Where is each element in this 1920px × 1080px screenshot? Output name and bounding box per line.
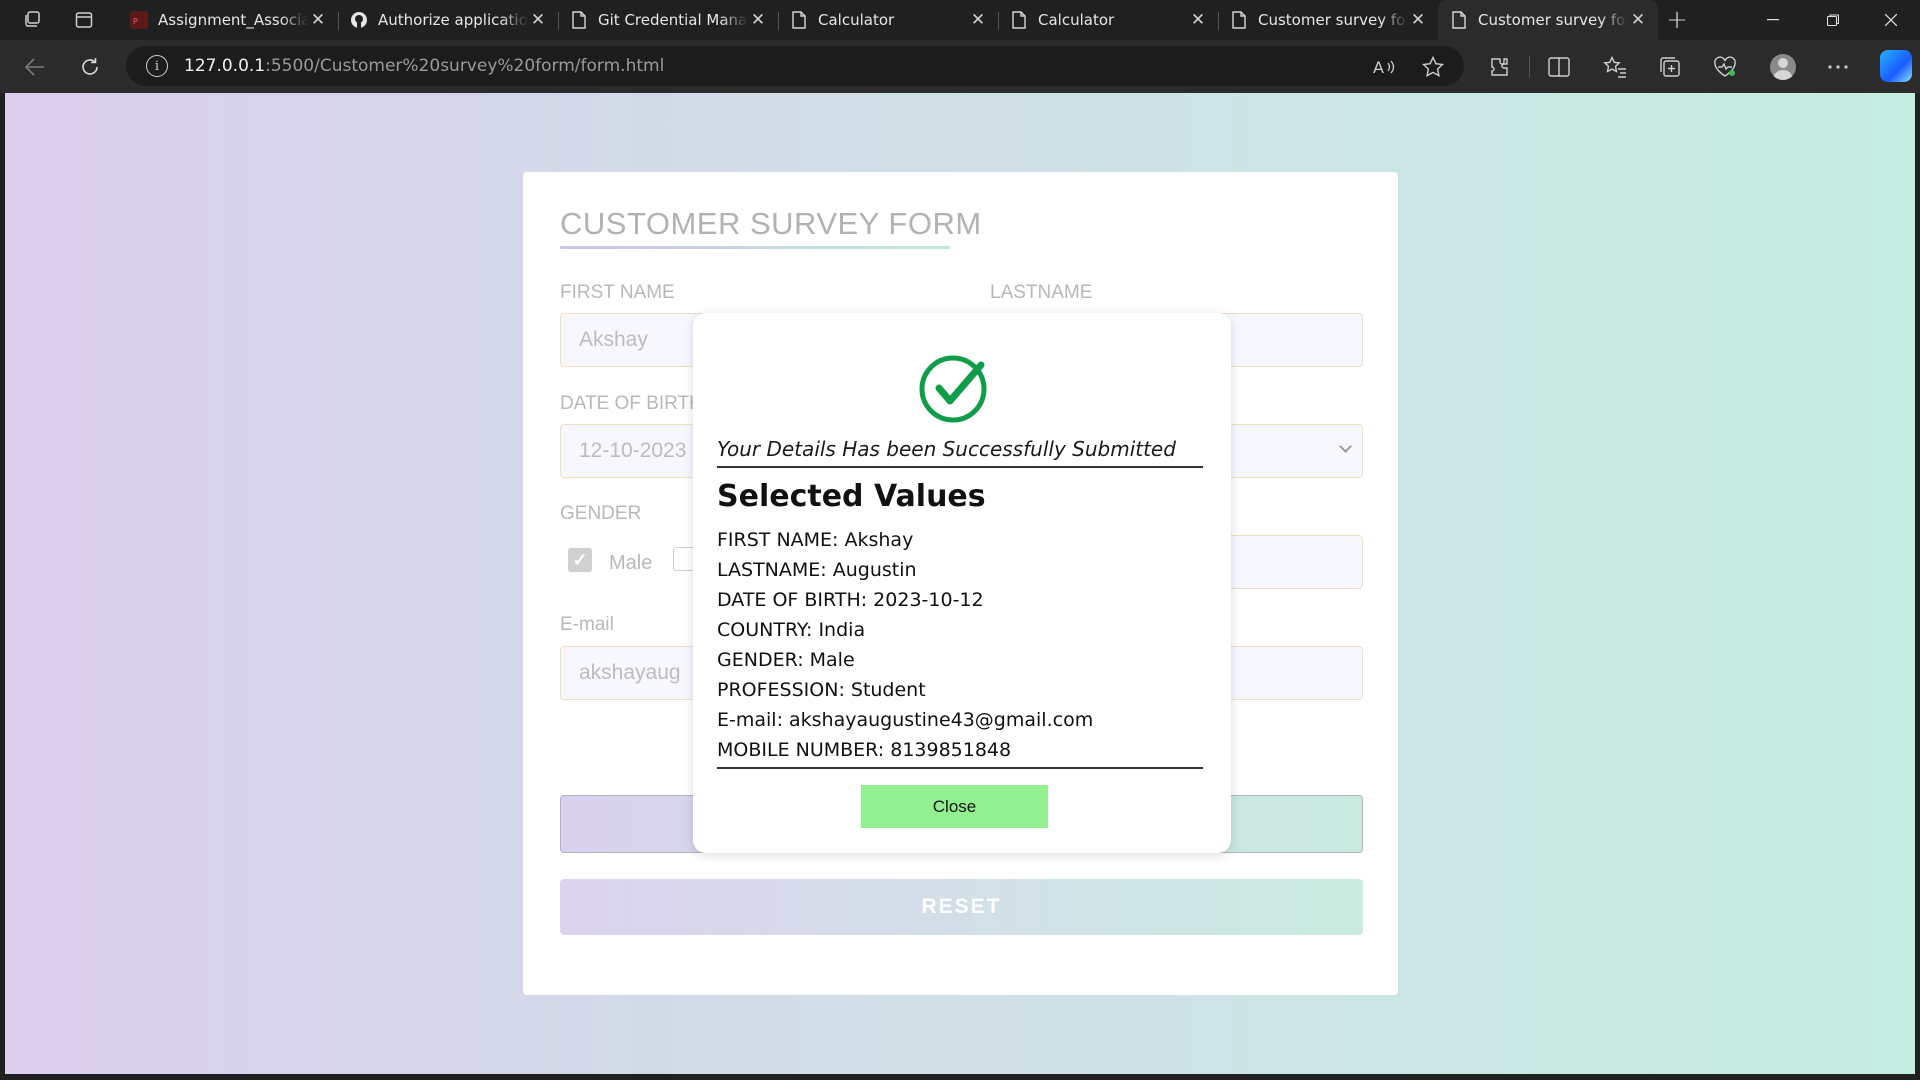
success-modal: Your Details Has been Successfully Submi… xyxy=(693,313,1231,853)
tab-title: Git Credential Manag xyxy=(598,11,748,29)
browser-tab[interactable]: Git Credential Manag ✕ xyxy=(558,0,778,40)
browser-toolbar: i 127.0.0.1:5500/Customer%20survey%20for… xyxy=(0,40,1920,93)
value-last-name: LASTNAME: Augustin xyxy=(717,559,917,581)
tab-strip: P Assignment_Associat ✕ Authorize applic… xyxy=(0,0,1920,40)
close-tab-icon[interactable]: ✕ xyxy=(748,10,768,30)
value-profession: PROFESSION: Student xyxy=(717,679,926,701)
tab-actions-icon[interactable] xyxy=(72,8,96,32)
male-checkbox[interactable]: ✓ xyxy=(568,548,592,572)
tab-title: Calculator xyxy=(1038,11,1115,29)
collections-icon[interactable] xyxy=(1655,52,1685,82)
browser-tab[interactable]: P Assignment_Associat ✕ xyxy=(118,0,338,40)
value-country: COUNTRY: India xyxy=(717,619,866,641)
reset-button[interactable]: RESET xyxy=(560,879,1363,935)
page-icon xyxy=(790,11,808,29)
favorite-star-icon[interactable] xyxy=(1418,52,1448,82)
value-mobile: MOBILE NUMBER: 8139851848 xyxy=(717,739,1012,761)
gender-label: GENDER xyxy=(560,503,642,524)
browser-tab[interactable]: Authorize applicatior ✕ xyxy=(338,0,558,40)
form-title: CUSTOMER SURVEY FORM xyxy=(560,206,982,241)
address-bar[interactable]: i 127.0.0.1:5500/Customer%20survey%20for… xyxy=(126,46,1464,86)
value-first-name: FIRST NAME: Akshay xyxy=(717,529,914,551)
selected-values-heading: Selected Values xyxy=(717,479,986,514)
title-underline xyxy=(560,246,950,249)
page-icon xyxy=(570,11,588,29)
tab-title: Assignment_Associat xyxy=(158,11,308,29)
first-name-label: FIRST NAME xyxy=(560,282,675,303)
copilot-icon[interactable] xyxy=(1880,50,1912,82)
url-text: 127.0.0.1:5500/Customer%20survey%20form/… xyxy=(184,56,665,76)
workspaces-icon[interactable] xyxy=(20,8,44,32)
last-name-label: LASTNAME xyxy=(990,282,1093,303)
page-icon xyxy=(1010,11,1028,29)
more-options-icon[interactable] xyxy=(1823,52,1853,82)
browser-tab[interactable]: Calculator ✕ xyxy=(778,0,998,40)
site-info-icon[interactable]: i xyxy=(146,55,168,77)
chevron-down-icon xyxy=(1339,440,1352,453)
extensions-icon[interactable] xyxy=(1484,52,1514,82)
split-screen-icon[interactable] xyxy=(1544,52,1574,82)
selected-values-list: FIRST NAME: Akshay LASTNAME: Augustin DA… xyxy=(717,525,1203,769)
value-email: E-mail: akshayaugustine43@gmail.com xyxy=(717,709,1094,731)
tab-title: Customer survey forr xyxy=(1258,11,1408,29)
window-bottom-edge xyxy=(0,1074,1920,1080)
close-tab-icon[interactable]: ✕ xyxy=(1628,10,1648,30)
read-aloud-icon[interactable]: A xyxy=(1369,52,1399,82)
favorites-icon[interactable] xyxy=(1600,52,1630,82)
close-tab-icon[interactable]: ✕ xyxy=(968,10,988,30)
browser-essentials-icon[interactable] xyxy=(1710,52,1740,82)
browser-tab-active[interactable]: Customer survey forr ✕ xyxy=(1438,0,1658,40)
svg-text:A: A xyxy=(1373,58,1384,77)
profile-avatar[interactable] xyxy=(1768,52,1798,82)
back-icon[interactable] xyxy=(20,52,50,82)
restore-icon[interactable] xyxy=(1810,0,1856,40)
value-gender: GENDER: Male xyxy=(717,649,855,671)
close-tab-icon[interactable]: ✕ xyxy=(1188,10,1208,30)
close-button[interactable]: Close xyxy=(861,785,1048,828)
close-window-icon[interactable] xyxy=(1868,0,1914,40)
page-icon xyxy=(1230,11,1248,29)
pdf-icon: P xyxy=(130,11,148,29)
success-message: Your Details Has been Successfully Submi… xyxy=(717,437,1203,468)
minimize-icon[interactable] xyxy=(1750,0,1796,40)
page-viewport: CUSTOMER SURVEY FORM FIRST NAME LASTNAME… xyxy=(5,93,1915,1074)
github-icon xyxy=(350,11,368,29)
close-tab-icon[interactable]: ✕ xyxy=(1408,10,1428,30)
dob-label: DATE OF BIRTH xyxy=(560,393,703,414)
tab-title: Calculator xyxy=(818,11,895,29)
page-icon xyxy=(1450,11,1468,29)
new-tab-icon[interactable]: + xyxy=(1665,5,1689,35)
male-label: Male xyxy=(609,552,653,574)
email-label: E-mail xyxy=(560,614,614,635)
value-dob: DATE OF BIRTH: 2023-10-12 xyxy=(717,589,984,611)
tab-title: Authorize applicatior xyxy=(378,11,528,29)
browser-tab[interactable]: Customer survey forr ✕ xyxy=(1218,0,1438,40)
tab-title: Customer survey forr xyxy=(1478,11,1628,29)
svg-text:P: P xyxy=(133,17,138,26)
close-tab-icon[interactable]: ✕ xyxy=(308,10,328,30)
refresh-icon[interactable] xyxy=(75,52,105,82)
close-tab-icon[interactable]: ✕ xyxy=(528,10,548,30)
success-check-icon xyxy=(919,355,987,423)
browser-tab[interactable]: Calculator ✕ xyxy=(998,0,1218,40)
